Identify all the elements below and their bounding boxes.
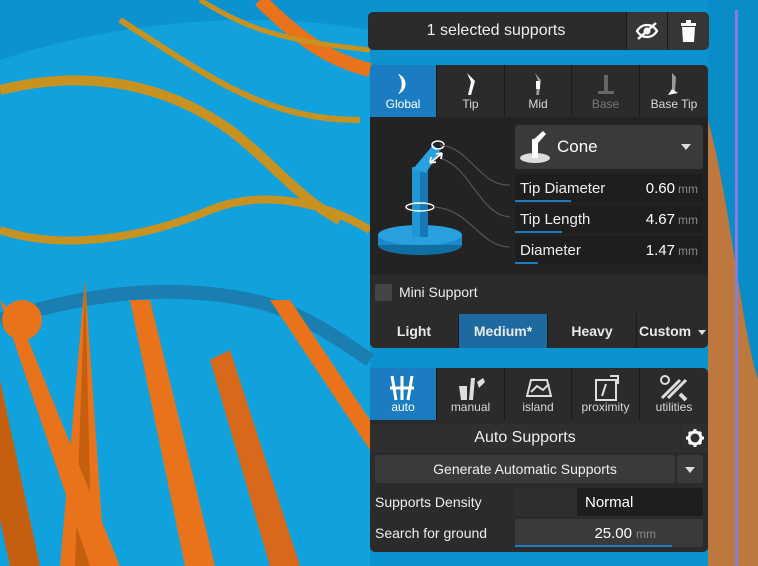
generate-options-dropdown[interactable] bbox=[677, 455, 703, 483]
tools-icon bbox=[660, 375, 688, 402]
diameter-field[interactable]: Diameter 1.47 mm bbox=[515, 236, 703, 264]
preset-heavy[interactable]: Heavy bbox=[548, 314, 637, 348]
tab-utilities[interactable]: utilities bbox=[640, 368, 708, 420]
trash-icon bbox=[681, 20, 696, 42]
tab-manual[interactable]: manual bbox=[437, 368, 505, 420]
auto-settings-button[interactable] bbox=[682, 424, 708, 452]
supports-density-label: Supports Density bbox=[375, 494, 482, 510]
selected-count-label: 1 selected supports bbox=[426, 22, 566, 39]
tab-tip[interactable]: Tip bbox=[437, 65, 505, 117]
diameter-label: Diameter bbox=[520, 242, 581, 259]
shape-select[interactable]: Cone bbox=[515, 125, 703, 169]
diameter-unit: mm bbox=[678, 244, 698, 258]
tab-mid[interactable]: Mid bbox=[505, 65, 572, 117]
tip-length-field[interactable]: Tip Length 4.67 mm bbox=[515, 205, 703, 233]
mini-support-label: Mini Support bbox=[399, 284, 478, 300]
manual-icon bbox=[459, 378, 485, 400]
delete-button[interactable] bbox=[667, 12, 709, 50]
tip-diameter-field[interactable]: Tip Diameter 0.60 mm bbox=[515, 174, 703, 202]
search-for-ground-label: Search for ground bbox=[375, 525, 488, 541]
hide-button[interactable] bbox=[626, 12, 667, 50]
shape-value: Cone bbox=[557, 137, 598, 156]
search-for-ground-bar bbox=[515, 545, 672, 547]
tab-global[interactable]: Global bbox=[370, 65, 437, 117]
auto-icon bbox=[390, 375, 414, 401]
base-tip-icon bbox=[668, 73, 678, 95]
preset-light[interactable]: Light bbox=[370, 314, 459, 348]
base-icon bbox=[598, 75, 614, 94]
tab-base-tip[interactable]: Base Tip bbox=[640, 65, 708, 117]
chevron-down-icon bbox=[698, 329, 706, 335]
mini-support-checkbox[interactable] bbox=[375, 284, 392, 301]
diameter-value: 1.47 bbox=[645, 242, 675, 259]
auto-supports-title-bar: Auto Supports bbox=[370, 424, 680, 452]
tab-auto[interactable]: auto bbox=[370, 368, 437, 420]
density-slider-track bbox=[515, 488, 577, 516]
search-for-ground-unit: mm bbox=[636, 527, 656, 541]
support-diagram bbox=[378, 140, 510, 255]
generate-label: Generate Automatic Supports bbox=[433, 461, 617, 477]
tab-island[interactable]: island bbox=[505, 368, 572, 420]
search-for-ground-field[interactable]: 25.00 mm bbox=[515, 519, 703, 547]
auto-supports-title: Auto Supports bbox=[474, 429, 576, 446]
tab-base[interactable]: Base bbox=[572, 65, 640, 117]
preset-custom[interactable]: Custom bbox=[637, 314, 708, 348]
tip-diameter-value: 0.60 bbox=[645, 180, 675, 197]
chevron-down-icon bbox=[685, 467, 695, 473]
proximity-icon bbox=[595, 375, 619, 401]
tip-icon bbox=[467, 73, 475, 95]
global-tip-icon bbox=[398, 74, 406, 94]
tip-length-value: 4.67 bbox=[645, 211, 675, 228]
search-for-ground-value: 25.00 bbox=[594, 525, 632, 542]
supports-density-value: Normal bbox=[585, 494, 634, 511]
generate-auto-supports-button[interactable]: Generate Automatic Supports bbox=[375, 455, 675, 483]
preset-custom-label: Custom bbox=[638, 323, 692, 339]
gear-icon bbox=[686, 429, 704, 447]
tip-diameter-label: Tip Diameter bbox=[520, 180, 606, 197]
tip-length-bar bbox=[515, 231, 562, 233]
preset-medium[interactable]: Medium* bbox=[459, 314, 548, 348]
cone-icon bbox=[520, 131, 550, 163]
tip-length-unit: mm bbox=[678, 213, 698, 227]
tab-proximity[interactable]: proximity bbox=[572, 368, 640, 420]
tip-diameter-unit: mm bbox=[678, 182, 698, 196]
diameter-bar bbox=[515, 262, 538, 264]
chevron-down-icon bbox=[681, 144, 691, 150]
supports-density-select[interactable]: Normal bbox=[515, 488, 703, 516]
island-icon bbox=[525, 379, 553, 397]
selection-header: 1 selected supports bbox=[368, 12, 709, 50]
tip-length-label: Tip Length bbox=[520, 211, 591, 228]
eye-off-icon bbox=[635, 22, 659, 40]
tip-diameter-bar bbox=[515, 200, 572, 202]
mid-icon bbox=[535, 73, 541, 95]
